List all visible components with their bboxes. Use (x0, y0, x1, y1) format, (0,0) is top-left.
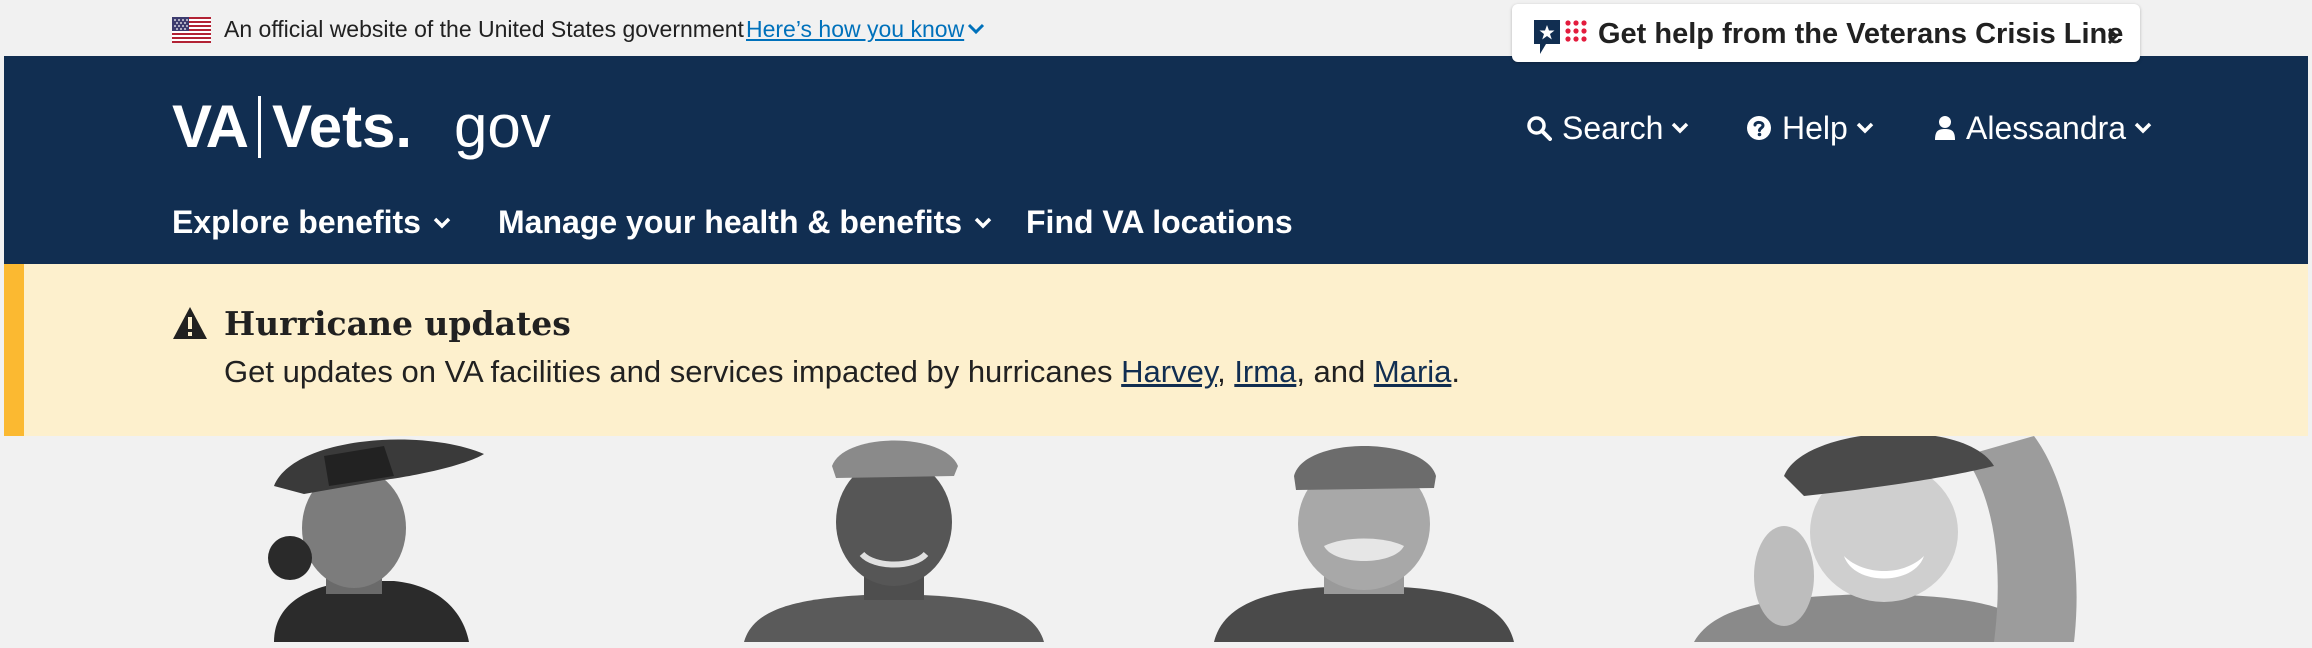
nav-manage-label: Manage your health & benefits (498, 204, 963, 240)
crisis-line-logo-icon (1534, 20, 1587, 54)
logo-gov-text: gov (454, 93, 551, 160)
alert-separator: , and (1296, 354, 1374, 389)
user-icon (1935, 116, 1955, 140)
nav-explore-label: Explore benefits (172, 204, 421, 240)
veteran-portrait-image (1214, 436, 1514, 642)
user-name-label: Alessandra (1966, 109, 2127, 146)
chevron-down-icon (1672, 122, 1689, 134)
chevron-down-icon (1856, 122, 1874, 134)
chevron-down-icon[interactable] (966, 22, 986, 36)
alert-period: . (1451, 354, 1461, 389)
user-menu-button[interactable]: Alessandra (1934, 108, 2152, 148)
help-label: Help (1782, 109, 1848, 146)
warning-icon (173, 307, 207, 339)
chevron-down-icon (433, 217, 451, 228)
search-menu-button[interactable]: Search (1526, 108, 1689, 148)
harvey-link[interactable]: Harvey (1121, 354, 1217, 389)
alert-title: Hurricane updates (224, 304, 571, 343)
veterans-crisis-line-button[interactable]: Get help from the Veterans Crisis Line (1512, 4, 2140, 62)
alert-body-text: Get updates on VA facilities and service… (224, 354, 1122, 389)
site-header: VA Vets. gov Search Help Alessandra Expl… (4, 56, 2308, 264)
us-flag-icon (172, 17, 211, 43)
logo-divider (258, 96, 261, 158)
alert-separator: , (1217, 354, 1235, 389)
veteran-portrait-image (1694, 436, 2194, 642)
maria-link[interactable]: Maria (1374, 354, 1452, 389)
nav-find-label: Find VA locations (1026, 204, 1293, 240)
chevron-down-icon (2134, 122, 2152, 134)
nav-find-va-locations[interactable]: Find VA locations (1026, 204, 1305, 241)
how-you-know-link[interactable]: Here’s how you know (746, 16, 964, 43)
search-label: Search (1562, 109, 1664, 146)
hurricane-alert: Hurricane updates Get updates on VA faci… (4, 264, 2308, 436)
nav-explore-benefits[interactable]: Explore benefits (172, 204, 451, 241)
veteran-portrait-image (234, 436, 534, 642)
irma-link[interactable]: Irma (1234, 354, 1296, 389)
nav-manage-health-benefits[interactable]: Manage your health & benefits (498, 204, 992, 241)
alert-accent-stripe (4, 264, 24, 436)
chevron-down-icon (974, 217, 992, 228)
chevron-right-icon (2107, 27, 2119, 45)
veteran-portrait-image (744, 436, 1044, 642)
crisis-line-label: Get help from the Veterans Crisis Line (1598, 18, 2124, 50)
logo-va-text: VA (172, 93, 249, 160)
logo-vets-text: Vets. (272, 93, 413, 160)
question-circle-icon (1747, 116, 1771, 140)
official-website-text: An official website of the United States… (224, 16, 744, 42)
help-menu-button[interactable]: Help (1746, 108, 1874, 148)
alert-body: Get updates on VA facilities and service… (224, 354, 1460, 390)
hero-veteran-portraits (4, 436, 2308, 642)
search-icon (1527, 116, 1552, 141)
